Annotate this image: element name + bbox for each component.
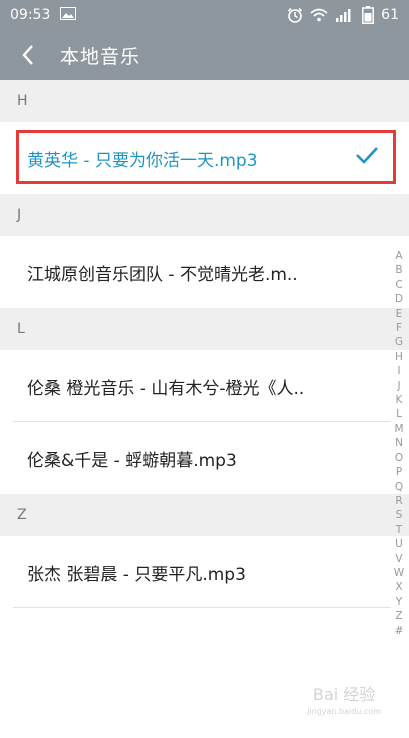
alphabet-index-letter[interactable]: K [396, 393, 403, 407]
alphabet-index-letter[interactable]: Z [395, 609, 402, 623]
alphabet-index-letter[interactable]: N [395, 436, 403, 450]
battery-level: 61 [381, 7, 399, 23]
battery-icon [362, 6, 375, 24]
list-item[interactable]: 伦桑&千是 - 蜉蝣朝暮.mp3 [0, 422, 409, 494]
title-bar: 本地音乐 [0, 30, 409, 80]
check-icon [356, 147, 378, 164]
list-item[interactable]: 张杰 张碧晨 - 只要平凡.mp3 [0, 536, 409, 608]
alphabet-index-letter[interactable]: S [396, 508, 403, 522]
watermark-logo: Bai 经验 jingyan.baidu.com [307, 681, 381, 716]
song-title: 张杰 张碧晨 - 只要平凡.mp3 [27, 564, 246, 585]
alphabet-index-letter[interactable]: W [394, 566, 404, 580]
wifi-icon [310, 8, 328, 22]
chevron-left-icon [22, 45, 33, 65]
alphabet-index-letter[interactable]: G [395, 335, 403, 349]
section-header-j: J [0, 194, 409, 236]
list-item-selected[interactable]: 黄英华 - 只要为你活一天.mp3 [0, 122, 409, 194]
music-list: H 黄英华 - 只要为你活一天.mp3 J 江城原创音乐团队 - 不觉晴光老.m… [0, 80, 409, 608]
alphabet-index-letter[interactable]: M [394, 422, 403, 436]
alphabet-index-letter[interactable]: Q [395, 480, 403, 494]
list-item[interactable]: 江城原创音乐团队 - 不觉晴光老.m.. [0, 236, 409, 308]
signal-icon [335, 8, 355, 22]
alphabet-index-letter[interactable]: X [395, 580, 402, 594]
image-notification-icon [60, 6, 77, 24]
alphabet-index-letter[interactable]: P [396, 465, 402, 479]
back-button[interactable] [0, 30, 56, 80]
song-title: 伦桑 橙光音乐 - 山有木兮-橙光《人.. [27, 378, 305, 399]
alphabet-index-letter[interactable]: L [396, 407, 402, 421]
alphabet-index[interactable]: A B C D E F G H I J K L M N O P Q R S T U V W X Y Z # [392, 249, 406, 638]
alphabet-index-letter[interactable]: E [396, 307, 403, 321]
status-time: 09:53 [10, 7, 51, 23]
divider [13, 607, 391, 608]
alphabet-index-letter[interactable]: B [395, 263, 402, 277]
alphabet-index-letter[interactable]: C [395, 278, 402, 292]
alphabet-index-letter[interactable]: J [397, 379, 400, 393]
page-title: 本地音乐 [60, 45, 141, 68]
alphabet-index-letter[interactable]: H [395, 350, 403, 364]
alphabet-index-letter[interactable]: V [395, 552, 402, 566]
alphabet-index-letter[interactable]: F [396, 321, 402, 335]
alphabet-index-letter[interactable]: U [395, 537, 403, 551]
alphabet-index-letter[interactable]: O [395, 451, 403, 465]
alarm-icon [287, 7, 303, 23]
song-title: 江城原创音乐团队 - 不觉晴光老.m.. [27, 264, 298, 285]
alphabet-index-letter[interactable]: D [395, 292, 403, 306]
list-item[interactable]: 伦桑 橙光音乐 - 山有木兮-橙光《人.. [0, 350, 409, 422]
alphabet-index-letter[interactable]: A [395, 249, 402, 263]
alphabet-index-letter[interactable]: I [397, 364, 400, 378]
song-title: 黄英华 - 只要为你活一天.mp3 [27, 150, 258, 171]
section-header-z: Z [0, 494, 409, 536]
song-title: 伦桑&千是 - 蜉蝣朝暮.mp3 [27, 450, 237, 471]
watermark-brand: Bai 经验 [312, 685, 376, 704]
alphabet-index-letter[interactable]: # [395, 624, 404, 638]
watermark-url: jingyan.baidu.com [307, 707, 381, 716]
alphabet-index-letter[interactable]: Y [396, 595, 402, 609]
alphabet-index-letter[interactable]: R [395, 494, 402, 508]
alphabet-index-letter[interactable]: T [396, 523, 402, 537]
section-header-h: H [0, 80, 409, 122]
status-bar: 09:53 61 [0, 0, 409, 30]
section-header-l: L [0, 308, 409, 350]
